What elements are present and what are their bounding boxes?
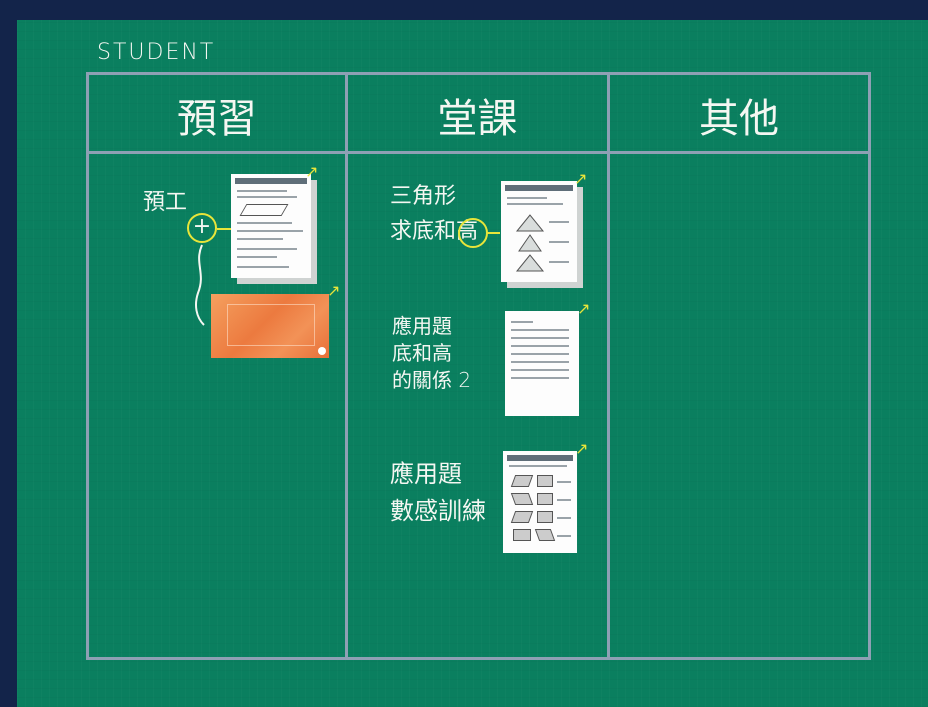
lesson-item-title: 三角形: [390, 184, 457, 209]
grid-right-border: [868, 72, 871, 660]
worksheet-thumbnail[interactable]: [501, 181, 577, 282]
column-header-lesson: 堂課: [437, 96, 518, 142]
lesson-item-title: 應用題: [392, 314, 452, 338]
connector-line: [195, 244, 205, 326]
board-title: STUDENT: [97, 40, 216, 65]
lesson-item-subtitle: 數感訓練: [390, 497, 486, 525]
arrow-up-right-icon[interactable]: ↗: [577, 301, 590, 317]
arrow-up-right-icon[interactable]: ↗: [327, 283, 340, 299]
grid-top-border: [86, 72, 871, 75]
play-icon[interactable]: [318, 347, 326, 355]
column-header-other: 其他: [699, 96, 779, 142]
plus-circle-icon[interactable]: +: [187, 213, 217, 243]
worksheet-thumbnail[interactable]: [505, 311, 579, 416]
lesson-item-title: 應用題: [390, 460, 462, 488]
arrow-up-right-icon[interactable]: ↗: [574, 171, 587, 187]
grid-divider-1: [345, 72, 348, 660]
lesson-item-subtitle: 的關係 2: [392, 368, 472, 392]
column-other-body: [610, 154, 868, 657]
worksheet-thumbnail[interactable]: [503, 451, 577, 553]
lesson-item-subtitle: 底和高: [392, 341, 452, 365]
grid-bottom-border: [86, 657, 871, 660]
arrow-up-right-icon[interactable]: ↗: [575, 441, 588, 457]
video-thumbnail[interactable]: [211, 294, 329, 358]
arrow-up-right-icon[interactable]: ↗: [305, 164, 318, 180]
preview-note: 預工: [143, 190, 188, 215]
worksheet-thumbnail[interactable]: [231, 174, 311, 278]
column-header-preview: 預習: [177, 96, 257, 142]
grid-left-border: [86, 72, 89, 660]
plus-circle-icon[interactable]: [458, 218, 488, 248]
